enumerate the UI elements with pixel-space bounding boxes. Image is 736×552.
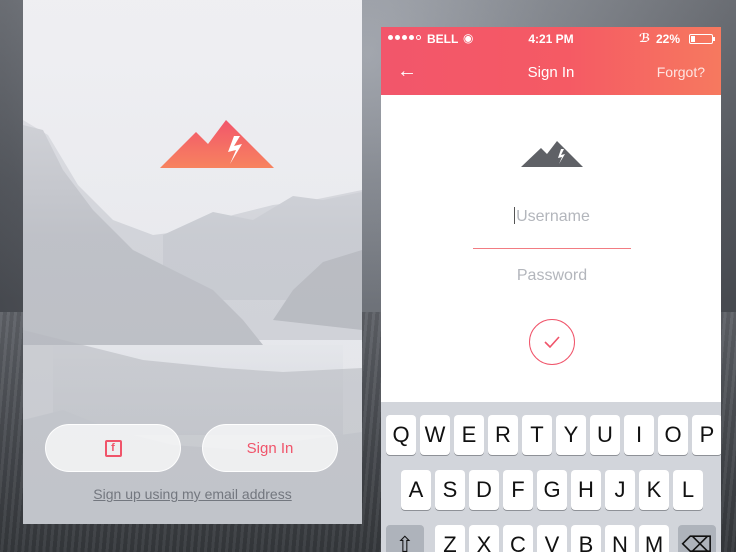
- mountain-logo-icon: [160, 120, 274, 168]
- battery-fill: [691, 36, 695, 42]
- password-input[interactable]: Password: [473, 267, 631, 301]
- signin-button[interactable]: Sign In: [202, 424, 338, 472]
- keyboard-row-3: ⇧ ⌫ ZXCVBNM: [381, 525, 721, 552]
- key-g[interactable]: G: [537, 470, 567, 510]
- key-x[interactable]: X: [469, 525, 499, 552]
- backspace-key[interactable]: ⌫: [678, 525, 716, 552]
- text-caret: [514, 207, 516, 224]
- key-k[interactable]: K: [639, 470, 669, 510]
- nav-bar: ← Sign In Forgot?: [381, 51, 721, 95]
- key-s[interactable]: S: [435, 470, 465, 510]
- key-a[interactable]: A: [401, 470, 431, 510]
- key-r[interactable]: R: [488, 415, 518, 455]
- key-y[interactable]: Y: [556, 415, 586, 455]
- key-w[interactable]: W: [420, 415, 450, 455]
- key-m[interactable]: M: [639, 525, 669, 552]
- onscreen-keyboard: QWERTYUIOP ASDFGHJKL ⇧ ⌫ ZXCVBNM: [381, 402, 721, 552]
- key-f[interactable]: F: [503, 470, 533, 510]
- battery-icon: [689, 34, 715, 44]
- key-t[interactable]: T: [522, 415, 552, 455]
- signin-header: BELL ◉ 4:21 PM ℬ 22% ← Sign In Forgot?: [381, 27, 721, 95]
- key-j[interactable]: J: [605, 470, 635, 510]
- password-placeholder: Password: [516, 267, 588, 284]
- keyboard-row-1: QWERTYUIOP: [381, 415, 721, 455]
- facebook-icon: f: [104, 439, 122, 457]
- key-h[interactable]: H: [571, 470, 601, 510]
- shift-key[interactable]: ⇧: [386, 525, 424, 552]
- battery-percent: 22%: [656, 32, 681, 46]
- checkmark-icon: [544, 336, 560, 348]
- signup-email-link[interactable]: Sign up using my email address: [23, 486, 362, 502]
- key-n[interactable]: N: [605, 525, 635, 552]
- backspace-icon: ⌫: [681, 532, 713, 552]
- username-placeholder: Username: [516, 208, 590, 225]
- key-l[interactable]: L: [673, 470, 703, 510]
- keyboard-row-2: ASDFGHJKL: [381, 470, 721, 510]
- welcome-screen: f Sign In Sign up using my email address: [23, 0, 362, 524]
- key-b[interactable]: B: [571, 525, 601, 552]
- key-d[interactable]: D: [469, 470, 499, 510]
- key-i[interactable]: I: [624, 415, 654, 455]
- signin-screen: BELL ◉ 4:21 PM ℬ 22% ← Sign In Forgot? U…: [381, 27, 721, 552]
- key-c[interactable]: C: [503, 525, 533, 552]
- key-e[interactable]: E: [454, 415, 484, 455]
- status-bar: BELL ◉ 4:21 PM ℬ 22%: [381, 27, 721, 51]
- bluetooth-icon: ℬ: [639, 31, 651, 45]
- mountain-logo-icon-gray: [521, 141, 583, 167]
- key-p[interactable]: P: [692, 415, 721, 455]
- forgot-password-link[interactable]: Forgot?: [657, 64, 705, 80]
- key-v[interactable]: V: [537, 525, 567, 552]
- facebook-login-button[interactable]: f: [45, 424, 181, 472]
- signin-button-label: Sign In: [246, 439, 294, 457]
- key-z[interactable]: Z: [435, 525, 465, 552]
- key-o[interactable]: O: [658, 415, 688, 455]
- key-q[interactable]: Q: [386, 415, 416, 455]
- submit-button[interactable]: [529, 319, 575, 365]
- shift-icon: ⇧: [395, 532, 415, 552]
- key-u[interactable]: U: [590, 415, 620, 455]
- username-input[interactable]: Username: [473, 207, 631, 249]
